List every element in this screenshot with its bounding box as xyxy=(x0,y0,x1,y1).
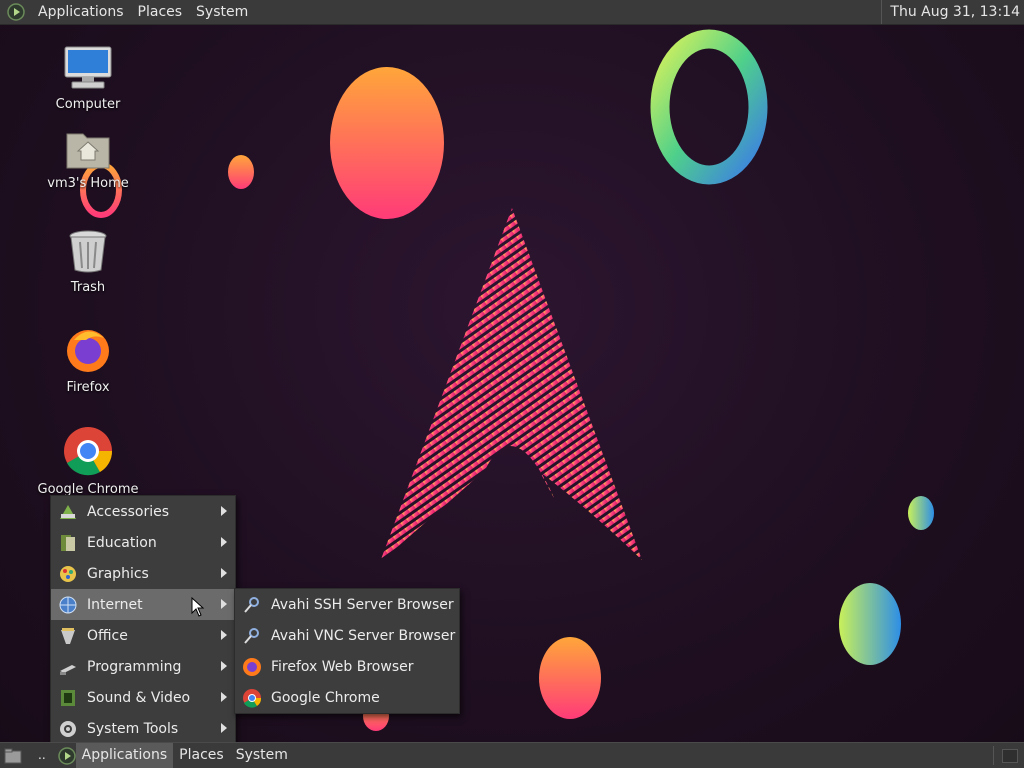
office-icon xyxy=(57,625,79,647)
menu-item-education[interactable]: Education xyxy=(51,527,235,558)
menu-item-label: Google Chrome xyxy=(271,689,380,706)
avahi-icon xyxy=(241,594,263,616)
menu-item-office[interactable]: Office xyxy=(51,620,235,651)
submenu-item-avahi-vnc[interactable]: Avahi VNC Server Browser xyxy=(235,620,459,651)
education-icon xyxy=(57,532,79,554)
bottom-system-menu[interactable]: System xyxy=(230,743,294,768)
bottom-applications-menu[interactable]: Applications xyxy=(75,743,174,768)
menu-item-label: Sound & Video xyxy=(87,689,191,706)
menu-item-label: Office xyxy=(87,627,128,644)
bottom-places-menu[interactable]: Places xyxy=(173,743,230,768)
panel-divider xyxy=(993,746,994,765)
desktop-icon-chrome[interactable]: Google Chrome xyxy=(28,426,148,497)
desktop-icon-trash[interactable]: Trash xyxy=(28,228,148,295)
menu-item-label: Education xyxy=(87,534,157,551)
submenu-arrow-icon xyxy=(221,723,227,733)
menu-item-label: Accessories xyxy=(87,503,170,520)
internet-icon xyxy=(57,594,79,616)
chrome-icon xyxy=(241,687,263,709)
internet-submenu: Avahi SSH Server Browser Avahi VNC Serve… xyxy=(234,588,460,714)
menu-item-label: Internet xyxy=(87,596,143,613)
computer-icon xyxy=(64,46,112,89)
chrome-icon xyxy=(64,427,113,476)
show-desktop-icon[interactable] xyxy=(4,748,22,764)
menu-item-label: System Tools xyxy=(87,720,179,737)
workspace-switcher[interactable] xyxy=(1002,749,1018,763)
submenu-item-avahi-ssh[interactable]: Avahi SSH Server Browser xyxy=(235,589,459,620)
firefox-icon xyxy=(67,330,109,372)
programming-icon xyxy=(57,656,79,678)
desktop-icon-firefox[interactable]: Firefox xyxy=(28,326,148,395)
mouse-cursor-icon xyxy=(191,597,205,617)
submenu-arrow-icon xyxy=(221,537,227,547)
desktop-icon-label: Firefox xyxy=(66,380,110,395)
top-places-menu[interactable]: Places xyxy=(131,0,190,24)
menu-item-system-tools[interactable]: System Tools xyxy=(51,713,235,744)
submenu-arrow-icon xyxy=(221,506,227,516)
panel-separator-dots: .. xyxy=(38,748,46,762)
desktop-icon-home[interactable]: vm3's Home xyxy=(28,128,148,191)
menu-item-label: Avahi VNC Server Browser xyxy=(271,627,456,644)
submenu-arrow-icon xyxy=(221,568,227,578)
submenu-arrow-icon xyxy=(221,661,227,671)
menu-item-programming[interactable]: Programming xyxy=(51,651,235,682)
submenu-item-chrome[interactable]: Google Chrome xyxy=(235,682,459,713)
menu-item-label: Firefox Web Browser xyxy=(271,658,414,675)
clock[interactable]: Thu Aug 31, 13:14 xyxy=(881,0,1020,24)
top-applications-menu[interactable]: Applications xyxy=(31,0,131,24)
menu-item-graphics[interactable]: Graphics xyxy=(51,558,235,589)
menu-item-label: Avahi SSH Server Browser xyxy=(271,596,454,613)
top-system-menu[interactable]: System xyxy=(189,0,255,24)
menu-item-accessories[interactable]: Accessories xyxy=(51,496,235,527)
apps-menu-logo-icon[interactable] xyxy=(7,3,25,21)
apps-menu-logo-icon[interactable] xyxy=(57,746,76,765)
firefox-icon xyxy=(241,656,263,678)
submenu-arrow-icon xyxy=(221,692,227,702)
desktop-icon-label: Computer xyxy=(55,97,121,112)
desktop-icon-label: Trash xyxy=(70,280,106,295)
submenu-arrow-icon xyxy=(221,630,227,640)
desktop-icon-label: vm3's Home xyxy=(47,176,129,191)
desktop-icon-computer[interactable]: Computer xyxy=(28,45,148,112)
menu-item-label: Programming xyxy=(87,658,182,675)
submenu-item-firefox[interactable]: Firefox Web Browser xyxy=(235,651,459,682)
graphics-icon xyxy=(57,563,79,585)
avahi-icon xyxy=(241,625,263,647)
bottom-panel: .. Applications Places System xyxy=(0,742,1024,768)
menu-item-sound-video[interactable]: Sound & Video xyxy=(51,682,235,713)
accessories-icon xyxy=(57,501,79,523)
trash-icon xyxy=(69,230,107,273)
menu-item-internet[interactable]: Internet xyxy=(51,589,235,620)
home-folder-icon xyxy=(66,133,110,169)
menu-item-label: Graphics xyxy=(87,565,149,582)
submenu-arrow-icon xyxy=(221,599,227,609)
sound-video-icon xyxy=(57,687,79,709)
system-tools-icon xyxy=(57,718,79,740)
top-panel: Applications Places System Thu Aug 31, 1… xyxy=(0,0,1024,25)
applications-menu: Accessories Education Graphics Internet … xyxy=(50,495,236,745)
